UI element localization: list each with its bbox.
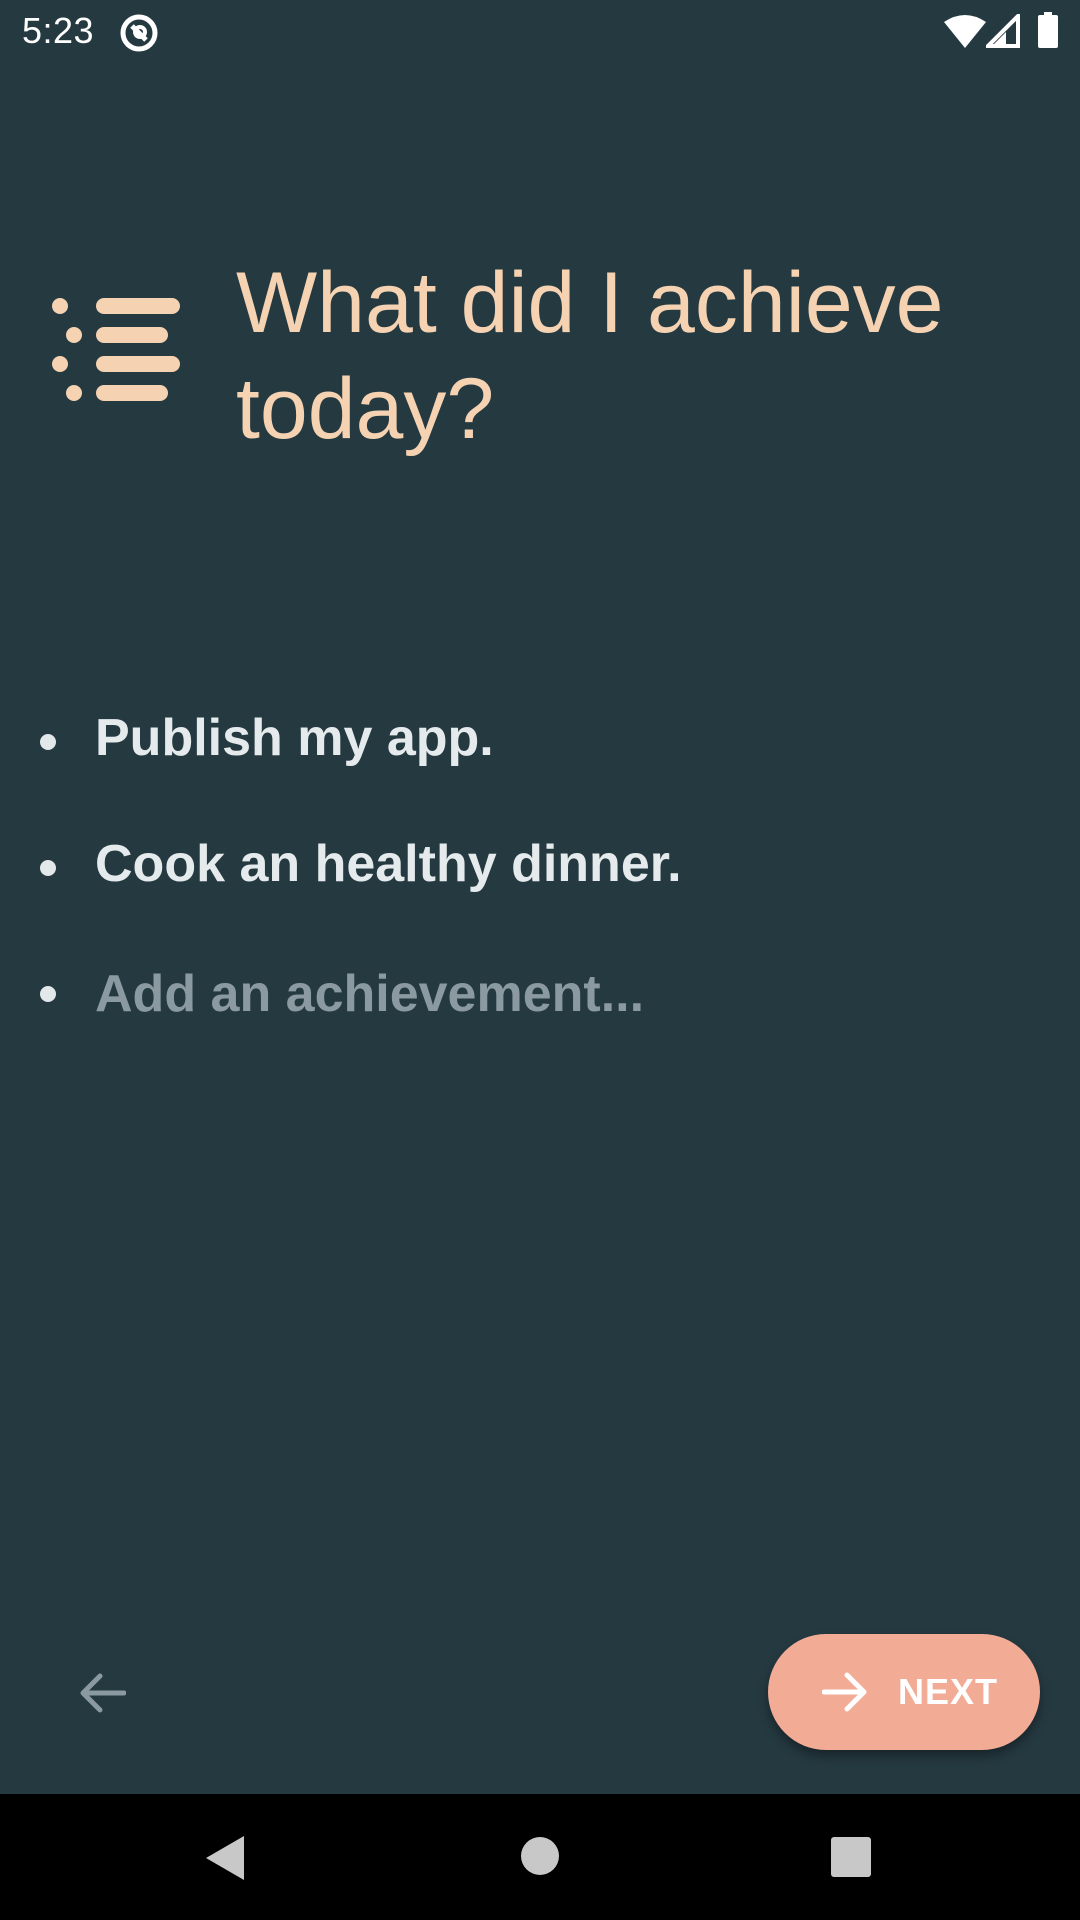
page-title: What did I achieve today? (236, 255, 944, 457)
next-label: NEXT (898, 1671, 999, 1712)
nav-home-icon[interactable] (520, 1836, 560, 1876)
status-bar: 5:23 (0, 0, 1080, 63)
navigation-bar (0, 1794, 1080, 1920)
add-achievement-input[interactable] (95, 958, 975, 1030)
app-notification-icon (120, 14, 158, 52)
list-icon (52, 298, 180, 401)
arrow-right-icon (822, 1672, 867, 1712)
list-item[interactable]: Publish my app. (0, 690, 1080, 816)
achievement-list: Publish my app. Cook an healthy dinner. (0, 690, 1080, 1068)
nav-back-icon[interactable] (204, 1834, 246, 1882)
wifi-icon (944, 15, 986, 48)
list-item[interactable]: Cook an healthy dinner. (0, 816, 1080, 942)
achievement-text[interactable]: Publish my app. (95, 708, 494, 768)
back-button[interactable] (70, 1660, 136, 1726)
list-item-new (0, 942, 1080, 1068)
bullet-icon (40, 860, 56, 876)
bullet-icon (40, 734, 56, 750)
nav-recents-icon[interactable] (830, 1836, 872, 1878)
battery-icon (1038, 12, 1058, 48)
next-button[interactable]: NEXT (768, 1634, 1040, 1750)
bullet-icon (40, 986, 56, 1002)
cell-signal-icon (986, 14, 1020, 48)
arrow-left-icon (80, 1673, 126, 1713)
screen: 5:23 What did I achieve today? Publish m… (0, 0, 1080, 1920)
status-time: 5:23 (22, 10, 95, 51)
achievement-text[interactable]: Cook an healthy dinner. (95, 834, 682, 894)
